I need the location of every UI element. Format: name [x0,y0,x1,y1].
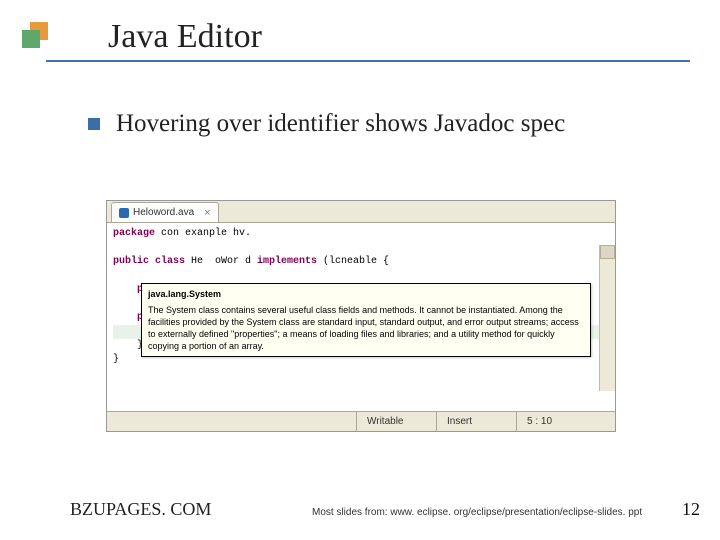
javadoc-body: The System class contains several useful… [148,304,584,352]
code-line [113,241,609,255]
code-line [113,269,609,283]
slide-title: Java Editor [108,18,262,56]
javadoc-title: java.lang.System [148,288,584,300]
vertical-scrollbar[interactable] [599,245,615,391]
status-position: 5 : 10 [517,412,615,431]
accent-square-green [22,30,40,48]
code-line: package con exanple hv. [113,227,609,241]
page-number: 12 [682,499,700,520]
bullet-text: Hovering over identifier shows Javadoc s… [116,110,565,138]
close-icon[interactable]: × [204,207,210,219]
scroll-up-icon[interactable] [600,245,615,259]
status-bar: Writable Insert 5 : 10 [107,411,615,431]
code-line: public class He oWor d implements (lcnea… [113,255,609,269]
editor-tabbar: Heloword.ava × [107,201,615,223]
footer-brand: BZUPAGES. COM [70,499,211,520]
editor-body: package con exanple hv. public class He … [107,223,615,411]
editor-tab[interactable]: Heloword.ava × [111,202,219,222]
java-file-icon [119,208,129,218]
bullet-row: Hovering over identifier shows Javadoc s… [88,110,565,138]
footer-source: Most slides from: www. eclipse. org/ecli… [312,507,642,518]
javadoc-tooltip: java.lang.System The System class contai… [141,283,591,357]
status-insert: Insert [437,412,517,431]
corner-accent [22,22,48,48]
editor-window: Heloword.ava × package con exanple hv. p… [106,200,616,432]
tab-filename: Heloword.ava [133,207,194,218]
bullet-icon [88,118,100,130]
title-rule [46,60,690,62]
status-writable: Writable [357,412,437,431]
status-empty [107,412,357,431]
